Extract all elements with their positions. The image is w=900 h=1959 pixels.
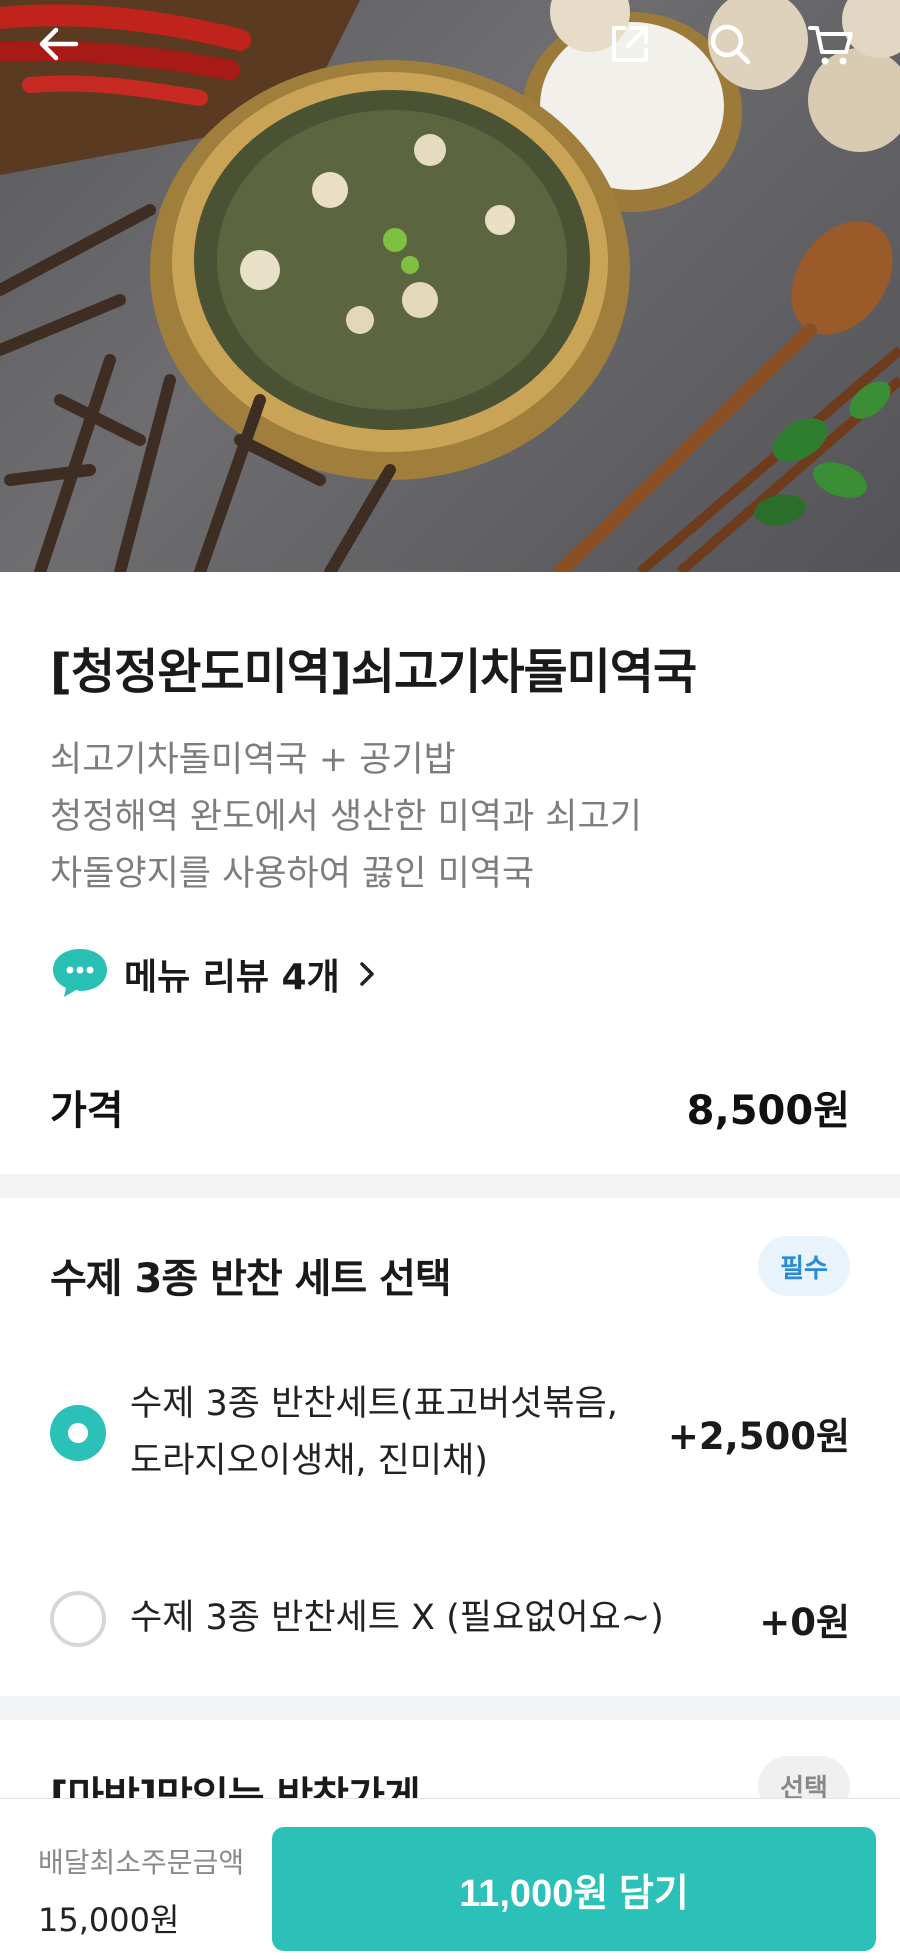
option-price: +0원: [759, 1600, 850, 1644]
search-icon[interactable]: [708, 22, 762, 76]
option-item[interactable]: 수제 3종 반찬세트(표고버섯볶음, 도라지오이생채, 진미채) +2,500원: [50, 1376, 850, 1490]
description-line: 쇠고기차돌미역국 + 공기밥: [50, 740, 456, 780]
min-order-label: 배달최소주문금액: [38, 1846, 245, 1879]
description-line: 청정해역 완도에서 생산한 미역과 쇠고기: [50, 797, 642, 837]
share-icon[interactable]: [608, 22, 662, 76]
back-arrow-icon[interactable]: [36, 22, 90, 76]
required-badge: 필수: [758, 1236, 850, 1296]
product-title: [청정완도미역]쇠고기차돌미역국: [50, 644, 697, 700]
option-price: +2,500원: [667, 1415, 850, 1458]
option-label: 수제 3종 반찬세트 X (필요없어요~): [130, 1590, 759, 1647]
option-group-title: 수제 3종 반찬 세트 선택: [50, 1256, 452, 1302]
section-divider: [0, 1174, 900, 1198]
radio-selected[interactable]: [50, 1405, 106, 1461]
option-label-line: 도라지오이생채, 진미채): [130, 1441, 488, 1481]
price-value: 8,500원: [686, 1088, 850, 1134]
menu-review-link[interactable]: 메뉴 리뷰 4개: [50, 944, 376, 1004]
min-order-value: 15,000원: [38, 1901, 180, 1939]
product-description: 쇠고기차돌미역국 + 공기밥 청정해역 완도에서 생산한 미역과 쇠고기 차돌양…: [50, 732, 642, 903]
cart-icon[interactable]: [808, 22, 862, 76]
option-label: 수제 3종 반찬세트(표고버섯볶음, 도라지오이생채, 진미채): [130, 1376, 668, 1490]
section-divider: [0, 1696, 900, 1720]
price-row: 가격 8,500원: [50, 1078, 850, 1136]
radio-unselected[interactable]: [50, 1590, 106, 1647]
review-count-label: 메뉴 리뷰 4개: [124, 957, 340, 998]
add-to-cart-button[interactable]: 11,000원 담기: [272, 1827, 876, 1951]
description-line: 차돌양지를 사용하여 끓인 미역국: [50, 854, 535, 894]
option-label-line: 수제 3종 반찬세트(표고버섯볶음,: [130, 1384, 618, 1424]
option-label-line: 수제 3종 반찬세트 X (필요없어요~): [130, 1598, 664, 1638]
chevron-right-icon: [358, 960, 376, 988]
speech-bubble-icon: [50, 945, 110, 1003]
product-image: [0, 0, 900, 572]
price-label: 가격: [50, 1088, 124, 1134]
option-item[interactable]: 수제 3종 반찬세트 X (필요없어요~) +0원: [50, 1590, 850, 1647]
bottom-order-bar: 배달최소주문금액 15,000원 11,000원 담기: [0, 1798, 900, 1959]
